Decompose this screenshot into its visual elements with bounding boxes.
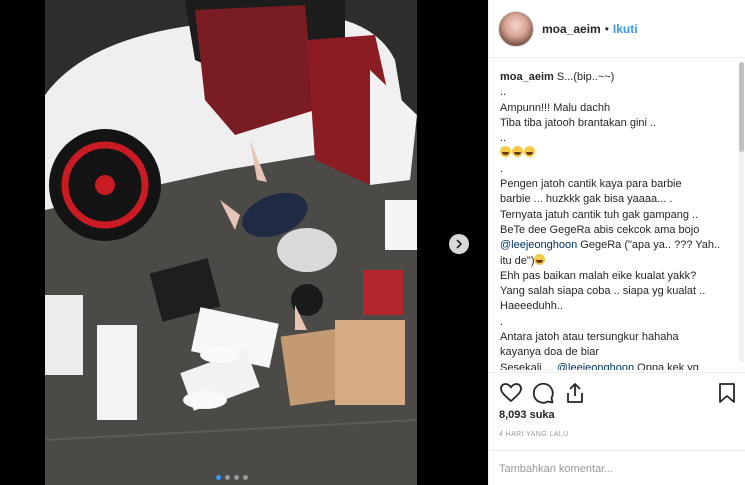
caption-text: GegeRa ("apa ya.. ??? Yah.. <box>577 239 721 252</box>
caption-area: moa_aeim S...(bip..~~) .. Ampunn!!! Malu … <box>489 58 745 370</box>
like-count[interactable]: 8,093 suka <box>499 409 555 421</box>
caption-text: Ampunn!!! Malu dachh <box>500 101 611 114</box>
post-header: moa_aeim • Ikuti <box>489 0 745 58</box>
action-bar <box>489 372 745 412</box>
carousel-indicator <box>216 475 248 480</box>
caption-line: Haeeeduhh.. <box>500 299 745 314</box>
comment-button[interactable] <box>531 381 555 405</box>
caption-text: Pengen jatoh cantik kaya para barbie <box>500 178 682 191</box>
caption-text: S...(bip..~~) <box>553 71 615 83</box>
carousel-dot <box>243 475 248 480</box>
caption-line: . <box>500 162 745 177</box>
avatar[interactable] <box>498 10 534 47</box>
caption-scroll-thumb[interactable] <box>739 62 744 152</box>
caption-line: Ehh pas baikan malah eike kualat yakk? <box>500 269 745 284</box>
caption-line: kayanya doa de biar <box>500 345 745 360</box>
caption-username[interactable]: moa_aeim <box>500 71 554 83</box>
caption-text: .. <box>500 86 507 99</box>
post-media <box>0 0 488 485</box>
mention-link[interactable]: @leejeonghoon <box>557 362 634 370</box>
caption-line: .. <box>500 85 745 100</box>
share-icon <box>567 383 583 403</box>
header-username[interactable]: moa_aeim <box>542 22 601 36</box>
caption-text: Yang salah siapa coba .. siapa yg kualat… <box>500 285 706 298</box>
heart-icon <box>500 383 522 403</box>
caption-text: Antara jatoh atau tersungkur hahaha <box>500 331 679 344</box>
instagram-post: moa_aeim • Ikuti moa_aeim S...(bip..~~) … <box>0 0 745 485</box>
caption-line: itu de") <box>500 253 745 269</box>
caption-text: Ternyata jatuh cantik tuh gak gampang .. <box>500 208 699 221</box>
caption-line: BeTe dee GegeRa abis cekcok ama bojo <box>500 223 745 238</box>
caption-text: Haeeeduhh.. <box>500 300 563 313</box>
share-button[interactable] <box>563 381 587 405</box>
caption-line: Ternyata jatuh cantik tuh gak gampang .. <box>500 208 745 223</box>
caption-line: . <box>500 315 745 330</box>
post-photo <box>45 0 417 485</box>
caption-first-line: moa_aeim S...(bip..~~) <box>500 70 745 85</box>
caption-text: Ehh pas baikan malah eike kualat yakk? <box>500 269 697 282</box>
follow-button[interactable]: Ikuti <box>613 22 638 36</box>
caption-text: Tiba tiba jatooh brantakan gini .. <box>500 116 657 129</box>
caption-text: kayanya doa de biar <box>500 346 600 359</box>
comment-icon <box>532 382 554 404</box>
caption-text: Sesekali ... <box>500 361 557 370</box>
caption-line: @leejeonghoon GegeRa ("apa ya.. ??? Yah.… <box>500 238 745 253</box>
caption-text: .. <box>500 132 507 145</box>
caption-line: .. <box>500 131 745 146</box>
mention-link[interactable]: @leejeonghoon <box>500 239 577 251</box>
caption-line: Tiba tiba jatooh brantakan gini .. <box>500 116 745 131</box>
save-button[interactable] <box>715 381 739 405</box>
caption-text: . <box>500 315 504 328</box>
add-comment-box <box>489 450 745 485</box>
caption-line: Yang salah siapa coba .. siapa yg kualat… <box>500 284 745 299</box>
caption-text: itu de") <box>500 254 535 267</box>
like-button[interactable] <box>499 381 523 405</box>
caption-body: .. Ampunn!!! Malu dachh Tiba tiba jatooh b… <box>500 85 745 370</box>
post-timestamp[interactable]: 4 HARI YANG LALU <box>499 431 569 438</box>
caption-line: Antara jatoh atau tersungkur hahaha <box>500 330 745 345</box>
caption-line: barbie ... huzkkk gak bisa yaaaa... . <box>500 192 745 207</box>
post-side-panel: moa_aeim • Ikuti moa_aeim S...(bip..~~) … <box>488 0 745 485</box>
caption-text: . <box>500 162 504 175</box>
chevron-right-icon <box>456 239 463 249</box>
carousel-dot <box>225 475 230 480</box>
carousel-dot <box>216 475 221 480</box>
crying-face-emoji-icon <box>524 146 535 158</box>
photo-illustration <box>45 0 417 485</box>
header-separator: • <box>604 21 609 36</box>
crying-face-emoji-icon <box>512 146 523 158</box>
caption-text: barbie ... huzkkk gak bisa yaaaa... . <box>500 193 673 206</box>
crying-face-emoji-icon <box>534 253 546 265</box>
caption-line: Sesekali ... @leejeonghoon Oppa kek yg <box>500 361 745 370</box>
crying-face-emoji-icon <box>500 146 511 158</box>
carousel-next-button[interactable] <box>449 234 469 254</box>
caption-line: Ampunn!!! Malu dachh <box>500 101 745 116</box>
caption-text: BeTe dee GegeRa abis cekcok ama bojo <box>500 223 700 236</box>
caption-text: Oppa kek yg <box>634 361 699 370</box>
caption-line: Pengen jatoh cantik kaya para barbie <box>500 177 745 192</box>
bookmark-icon <box>719 383 735 403</box>
carousel-dot <box>234 475 239 480</box>
caption-line <box>500 146 745 161</box>
comment-input[interactable] <box>499 461 729 477</box>
